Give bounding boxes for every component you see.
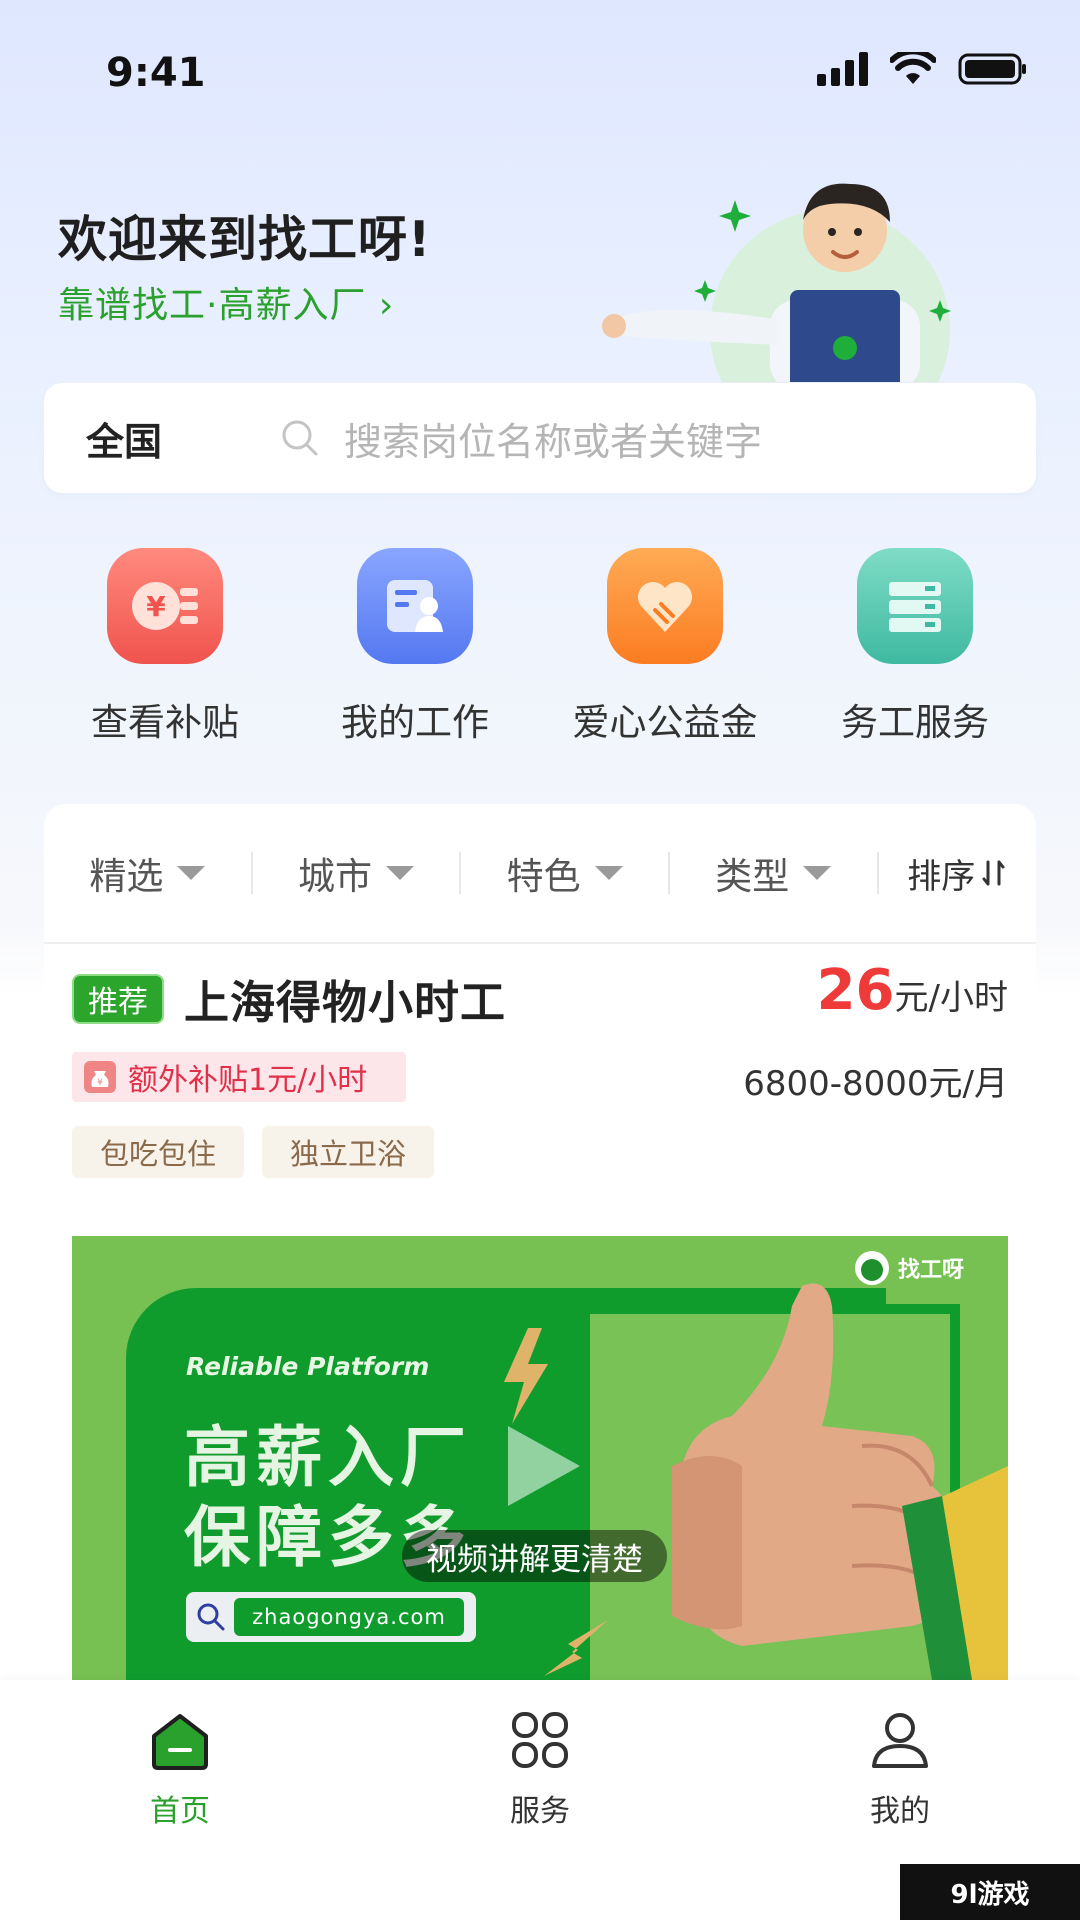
filter-label: 城市 [297, 855, 372, 898]
reliable-platform-text: Reliable Platform [186, 1352, 430, 1381]
lightning-icon-small [544, 1620, 608, 1676]
video-search-bar: zhaogongya.com [186, 1592, 476, 1642]
quick-menu-charity[interactable]: 爱心公益金 [540, 548, 790, 746]
search-input[interactable]: 搜索岗位名称或者关键字 [344, 411, 762, 466]
work-profile-icon [357, 548, 473, 664]
filter-label: 精选 [89, 855, 164, 898]
cellular-signal-icon [817, 52, 868, 86]
svg-text:¥: ¥ [146, 590, 166, 623]
quick-menu-subsidy[interactable]: ¥ 查看补贴 [40, 548, 290, 746]
subsidy-badge: ¥ 额外补贴1元/小时 [72, 1052, 406, 1102]
lightning-icon [504, 1328, 548, 1424]
tab-label: 服务 [510, 1794, 570, 1829]
promo-video[interactable]: 找工呀 Reliable Platform 高薪入厂 保障多多 zhaogong… [72, 1236, 1008, 1680]
status-icons [817, 52, 1028, 86]
search-icon [197, 1603, 225, 1631]
quick-menu: ¥ 查看补贴 我的工作 爱心公益金 务工服务 [40, 548, 1040, 746]
filter-label: 特色 [506, 855, 581, 898]
play-icon [508, 1426, 580, 1506]
quick-menu-service[interactable]: 务工服务 [790, 548, 1040, 746]
benefit-tag: 独立卫浴 [262, 1126, 435, 1178]
filter-city[interactable]: 城市 [253, 846, 460, 900]
tab-service[interactable]: 服务 [410, 1708, 670, 1920]
tab-label: 首页 [150, 1794, 210, 1829]
quick-menu-my-work[interactable]: 我的工作 [290, 548, 540, 746]
server-service-icon [857, 548, 973, 664]
status-time: 9:41 [106, 50, 206, 96]
filter-bar: 精选 城市 特色 类型 排序 [44, 804, 1036, 944]
slogan-link[interactable]: 靠谱找工·高薪入厂 › [58, 276, 394, 328]
filter-label: 类型 [715, 855, 790, 898]
benefit-tag: 包吃包住 [72, 1126, 245, 1178]
job-title: 上海得物小时工 [184, 976, 507, 1029]
money-bag-icon: ¥ [84, 1061, 116, 1093]
benefit-tags: 包吃包住 独立卫浴 [72, 1126, 435, 1178]
search-icon [282, 420, 318, 456]
filter-featured[interactable]: 精选 [44, 846, 251, 900]
pay-unit: 元/小时 [894, 978, 1008, 1018]
quick-menu-label: 我的工作 [341, 701, 489, 744]
filter-type[interactable]: 类型 [670, 846, 877, 900]
tab-label: 我的 [870, 1794, 930, 1829]
caret-down-icon [594, 866, 623, 880]
user-icon [872, 1713, 928, 1768]
app-screen: 9:41 欢迎来到找工呀! 靠谱找工·高薪入厂 › 全国 搜索岗位名称或者关键字… [0, 0, 1080, 1920]
video-domain: zhaogongya.com [234, 1598, 464, 1636]
svg-text:¥: ¥ [97, 1078, 103, 1088]
sort-button[interactable]: 排序 [879, 849, 1036, 898]
sort-arrows-icon [982, 860, 1005, 886]
pay-amount: 26 [816, 958, 895, 1023]
thumbs-up-hand-image [672, 1283, 1008, 1680]
filter-feature[interactable]: 特色 [461, 846, 668, 900]
battery-icon [958, 53, 1026, 85]
search-bar[interactable]: 全国 搜索岗位名称或者关键字 [44, 383, 1036, 493]
quick-menu-label: 务工服务 [841, 701, 989, 744]
caret-down-icon [803, 866, 832, 880]
welcome-title: 欢迎来到找工呀! [58, 211, 432, 268]
video-caption: 视频讲解更清楚 [402, 1530, 667, 1582]
wifi-icon [890, 52, 936, 84]
monthly-salary: 6800-8000元/月 [743, 1064, 1008, 1104]
tab-home[interactable]: 首页 [50, 1708, 310, 1920]
sort-label: 排序 [907, 856, 976, 897]
quick-menu-label: 查看补贴 [91, 701, 239, 744]
caret-down-icon [177, 866, 206, 880]
quick-menu-label: 爱心公益金 [572, 701, 758, 744]
mascot-illustration [602, 183, 951, 382]
status-bar: 9:41 [0, 0, 1080, 150]
watermark-logo: 9l游戏 [900, 1864, 1080, 1920]
hourly-pay: 26元/小时 [817, 958, 1008, 1023]
caret-down-icon [385, 866, 414, 880]
region-selector[interactable]: 全国 [86, 411, 206, 466]
grid-icon [512, 1712, 568, 1768]
home-icon [152, 1714, 208, 1770]
coin-subsidy-icon: ¥ [107, 548, 223, 664]
subsidy-text: 额外补贴1元/小时 [128, 1063, 368, 1098]
heart-hands-icon [607, 548, 723, 664]
recommend-badge: 推荐 [72, 974, 164, 1024]
